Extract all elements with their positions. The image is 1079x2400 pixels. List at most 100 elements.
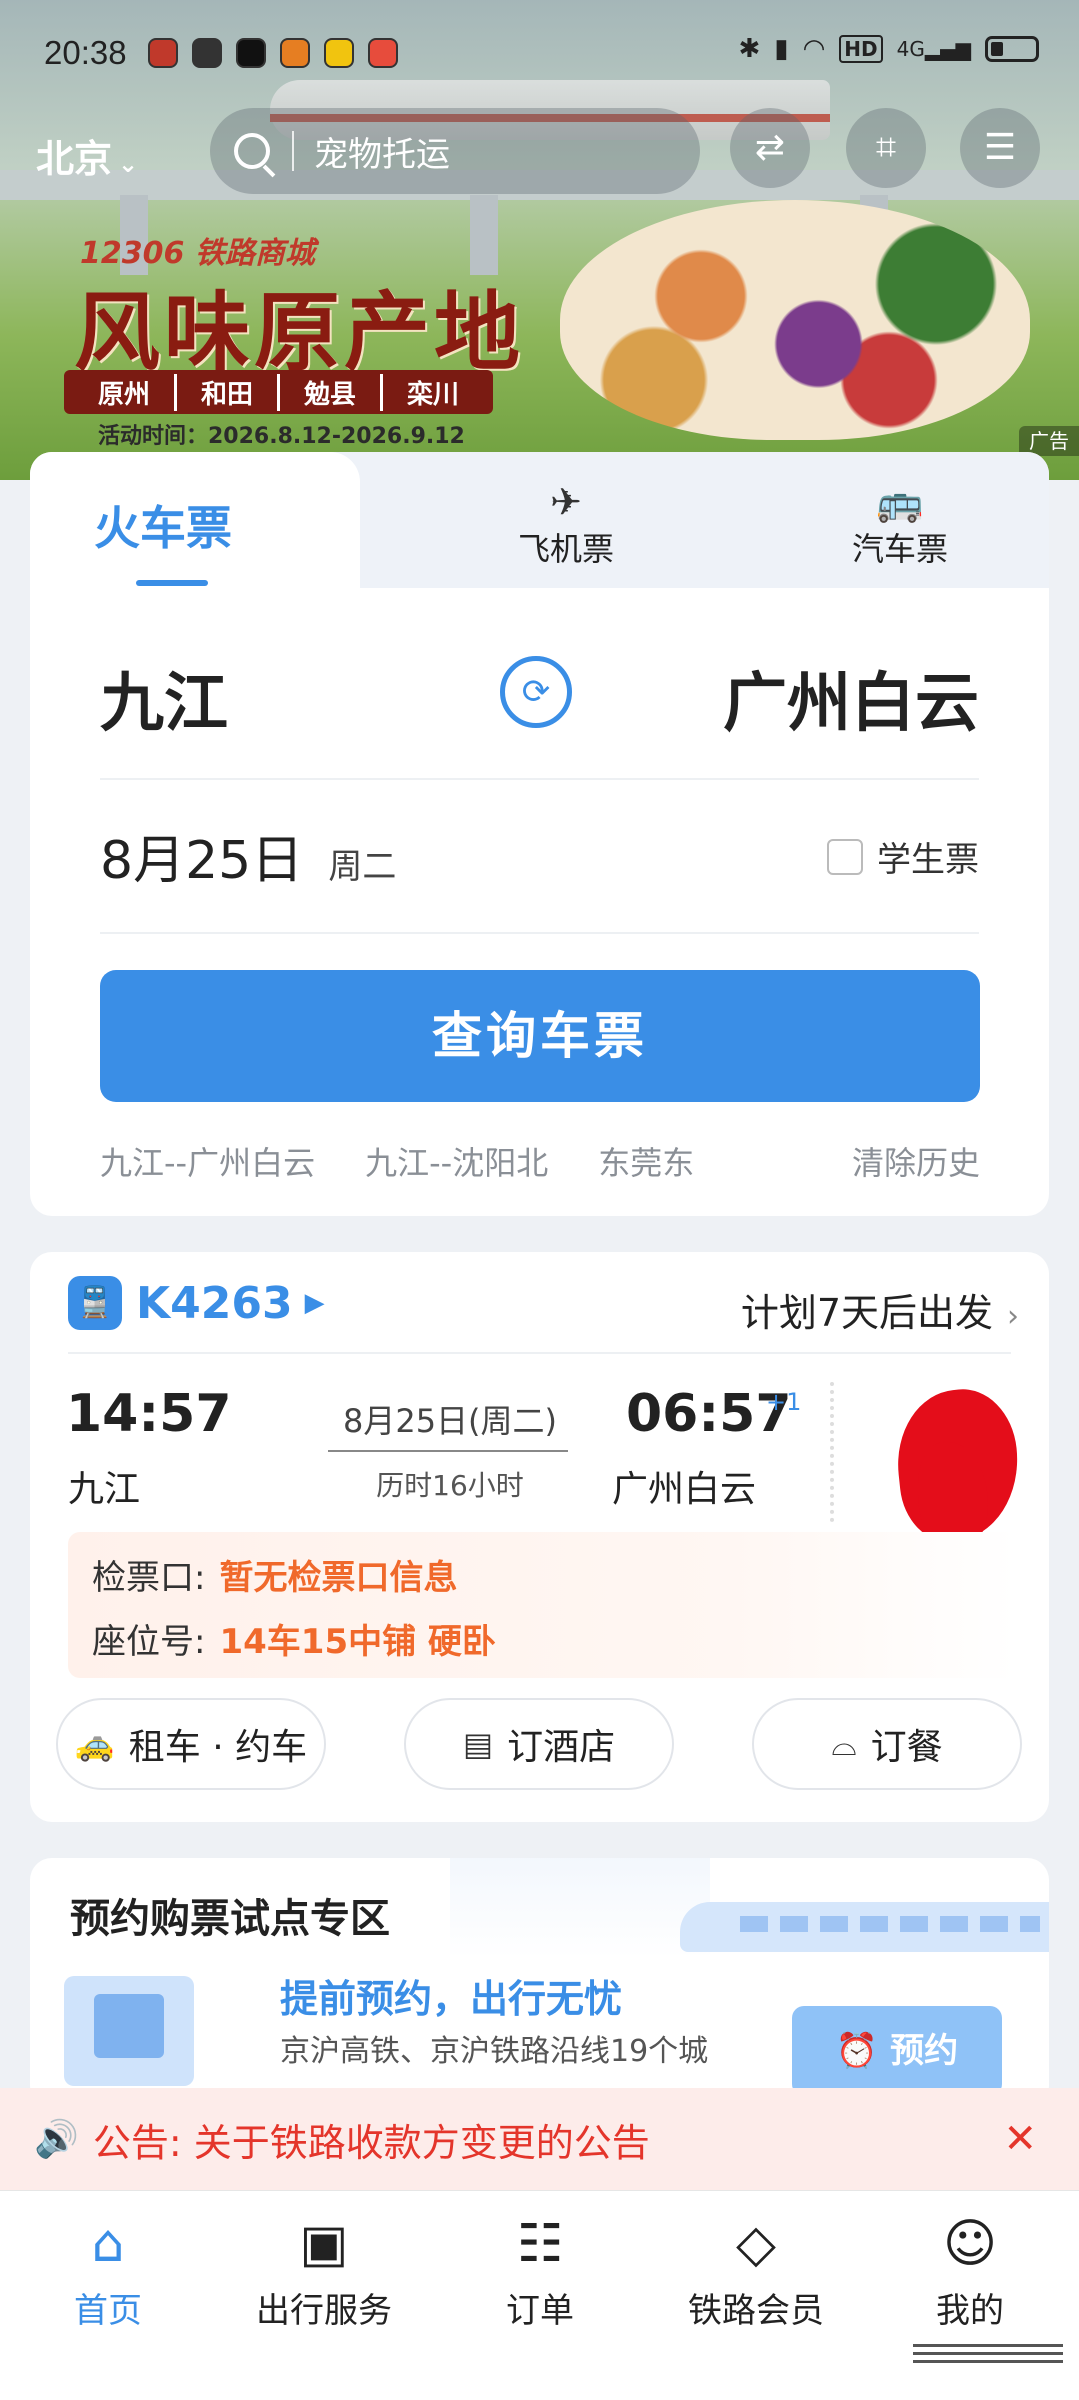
app-notification-icon (236, 38, 266, 68)
tab-bus[interactable]: 🚌 汽车票 (820, 480, 980, 570)
redacted-qr-code[interactable] (890, 1382, 1026, 1552)
alarm-clock-icon: ⏰ (835, 2031, 879, 2071)
meal-label: 订餐 (870, 1727, 943, 1768)
app-notification-icon (324, 38, 354, 68)
notice-content: 关于铁路收款方变更的公告 (193, 2120, 650, 2165)
seat-row: 座位号: 14车15中铺 硬卧 (92, 1614, 496, 1663)
history-item[interactable]: 东莞东 (598, 1138, 694, 1184)
clear-history-button[interactable]: 清除历史 (852, 1138, 980, 1184)
banner-place: 原州 (74, 373, 178, 411)
triangle-right-icon: ▶ (304, 1288, 325, 1318)
bottom-navigation: ⌂ 首页 ▣ 出行服务 ☷ 订单 ◇ 铁路会员 ☺ 我的 (0, 2190, 1079, 2400)
calendar-illustration-icon (64, 1976, 194, 2086)
city-skyline-image (450, 1858, 710, 1958)
message-icon[interactable]: ☰ (960, 108, 1040, 188)
trip-duration: 历时16小时 (376, 1469, 524, 1502)
hotel-button[interactable]: ▤ 订酒店 (404, 1698, 674, 1790)
bus-icon: 🚌 (876, 480, 924, 524)
history-item[interactable]: 九江--广州白云 (100, 1138, 315, 1184)
query-tickets-button[interactable]: 查询车票 (100, 970, 980, 1102)
search-divider (292, 131, 294, 171)
ticket-search-card: 火车票 ✈ 飞机票 🚌 汽车票 九江 ⟳ 广州白云 8月25日 周二 学生票 查… (30, 452, 1049, 1216)
bluetooth-icon: ✱ (738, 34, 761, 64)
app-notification-icon (192, 38, 222, 68)
tab-plane[interactable]: ✈ 飞机票 (486, 480, 646, 570)
tab-plane-label: 飞机票 (517, 530, 614, 568)
search-placeholder: 宠物托运 (314, 134, 450, 175)
car-icon: 🚕 (74, 1725, 115, 1763)
divider (100, 778, 979, 780)
swap-stations-icon[interactable]: ⟳ (500, 656, 572, 728)
luggage-icon: ▣ (299, 2214, 349, 2274)
upcoming-trip-card[interactable]: 🚆 K4263 ▶ 计划7天后出发 › 14:57 九江 8月25日(周二) 历时… (30, 1252, 1049, 1822)
trip-arrow-line (328, 1450, 568, 1452)
station-row: 九江 ⟳ 广州白云 (30, 652, 1049, 782)
trip-date: 8月25日(周二) (342, 1402, 558, 1440)
divider (100, 932, 979, 934)
train-icon: 🚆 (68, 1276, 122, 1330)
app-notification-icon (148, 38, 178, 68)
reservation-card[interactable]: 预约购票试点专区 提前预约，出行无忧 京沪高铁、京沪铁路沿线19个城 ⏰ 预约 (30, 1858, 1049, 2108)
plan-text: 计划7天后出发 (740, 1291, 993, 1335)
notice-label: 公告: (92, 2120, 182, 2165)
city-selector[interactable]: 北京 ⌄ (36, 128, 138, 183)
banner-place: 勉县 (280, 373, 384, 411)
from-station[interactable]: 九江 (100, 652, 228, 744)
hotel-label: 订酒店 (507, 1727, 616, 1768)
student-label: 学生票 (877, 840, 979, 880)
reservation-headline: 提前预约，出行无忧 (280, 1977, 623, 2021)
nav-profile[interactable]: ☺ 我的 (880, 2209, 1060, 2332)
search-history: 九江--广州白云 九江--沈阳北 东莞东 清除历史 (100, 1138, 980, 1184)
nav-travel-services[interactable]: ▣ 出行服务 (234, 2209, 414, 2332)
status-time: 20:38 (44, 34, 127, 71)
train-number[interactable]: 🚆 K4263 ▶ (68, 1276, 325, 1330)
reservation-title: 预约购票试点专区 (70, 1896, 390, 1942)
banner-places: 原州 和田 勉县 栾川 (64, 370, 494, 414)
seat-label: 座位号: (92, 1622, 206, 1662)
trip-plan[interactable]: 计划7天后出发 › (741, 1282, 1019, 1337)
departure-date: 8月25日 (100, 831, 304, 891)
battery-icon (985, 36, 1039, 62)
nav-orders[interactable]: ☷ 订单 (450, 2209, 630, 2332)
car-rental-button[interactable]: 🚕 租车 · 约车 (56, 1698, 326, 1790)
departure-weekday: 周二 (328, 847, 397, 887)
seat-value: 14车15中铺 硬卧 (219, 1622, 496, 1662)
history-item[interactable]: 九江--沈阳北 (365, 1138, 548, 1184)
search-bar[interactable]: 宠物托运 (210, 108, 700, 194)
signal-icon: 4G▂▄▆ (896, 37, 971, 61)
banner-date: 活动时间：2026.8.12-2026.9.12 (98, 424, 465, 449)
reserve-button[interactable]: ⏰ 预约 (792, 2006, 1002, 2096)
app-notification-icon (368, 38, 398, 68)
arrival-station: 广州白云 (612, 1469, 757, 1510)
gate-row: 检票口: 暂无检票口信息 (92, 1550, 457, 1599)
wifi-icon: ◠ (802, 34, 826, 64)
to-station[interactable]: 广州白云 (723, 652, 979, 744)
notice-bar[interactable]: 🔊 公告: 关于铁路收款方变更的公告 ✕ (0, 2088, 1079, 2190)
app-notification-icon (280, 38, 310, 68)
menu-lines-icon[interactable] (913, 2344, 1063, 2370)
reservation-subtitle: 京沪高铁、京沪铁路沿线19个城 (280, 2034, 709, 2069)
search-icon (234, 133, 270, 169)
close-icon[interactable]: ✕ (1003, 2116, 1037, 2162)
order-icon: ☷ (516, 2214, 564, 2274)
nav-label: 我的 (936, 2291, 1004, 2331)
tab-bus-label: 汽车票 (851, 530, 948, 568)
notification-icons (148, 38, 398, 68)
switch-icon[interactable]: ⇄ (730, 108, 810, 188)
notice-text: 公告: 关于铁路收款方变更的公告 (93, 2112, 650, 2167)
ticket-type-tabs: 火车票 ✈ 飞机票 🚌 汽车票 (30, 452, 1049, 588)
date-row[interactable]: 8月25日 周二 学生票 (100, 818, 979, 898)
tab-active-indicator (136, 580, 208, 586)
gate-value: 暂无检票口信息 (219, 1558, 458, 1598)
scan-icon[interactable]: ⌗ (846, 108, 926, 188)
hd-icon: HD (839, 35, 883, 63)
nav-membership[interactable]: ◇ 铁路会员 (666, 2209, 846, 2332)
tab-train[interactable]: 火车票 (94, 492, 232, 558)
student-checkbox[interactable] (827, 838, 863, 875)
dashed-divider (830, 1382, 836, 1522)
nav-home[interactable]: ⌂ 首页 (18, 2209, 198, 2332)
city-name: 北京 (36, 137, 113, 181)
student-ticket-toggle[interactable]: 学生票 (827, 832, 979, 881)
meal-button[interactable]: ⌓ 订餐 (752, 1698, 1022, 1790)
network-type: 4G (896, 37, 925, 61)
